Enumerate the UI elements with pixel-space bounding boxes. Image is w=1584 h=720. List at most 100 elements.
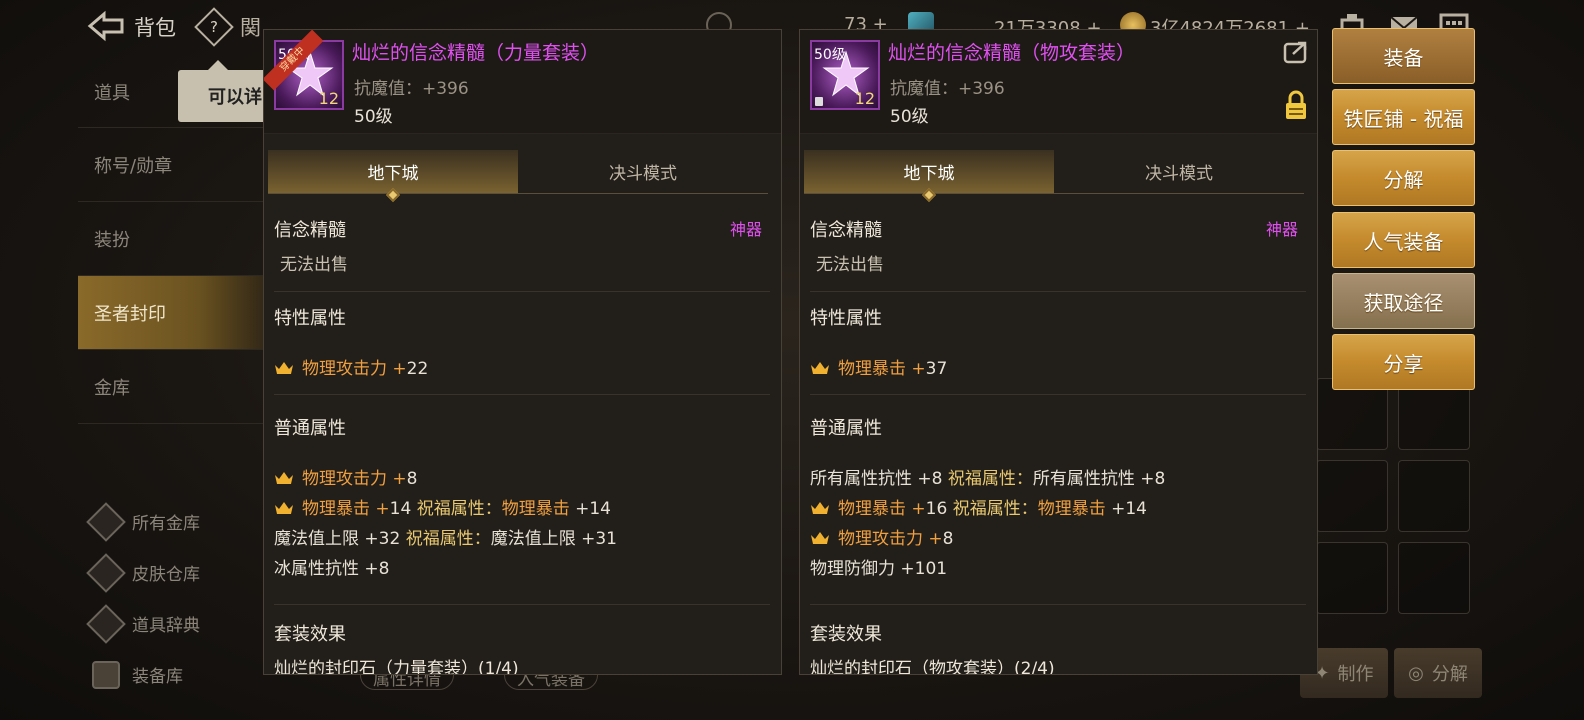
popular-equipment-button[interactable]: 人气装备	[1332, 212, 1475, 268]
storage-item-equipment-library[interactable]: 装备库	[92, 649, 262, 700]
equip-button[interactable]: 装备	[1332, 28, 1475, 84]
mode-tabs: 地下城 决斗模式	[268, 150, 768, 203]
bless-label: 祝福属性：	[947, 469, 1033, 489]
unsellable-label: 无法出售	[280, 255, 348, 275]
bless-label: 祝福属性：	[416, 499, 502, 519]
stat-value: 22	[406, 359, 429, 379]
stat-name: 魔法值上限	[274, 529, 359, 549]
crown-icon	[275, 472, 293, 484]
divider	[274, 291, 770, 292]
craft-label: 制作	[1337, 664, 1374, 685]
bless-stat-value: +14	[1111, 499, 1147, 519]
normal-section-title: 普通属性	[810, 418, 882, 439]
stat-value: 32	[378, 529, 401, 549]
share-icon[interactable]	[1283, 40, 1309, 64]
item-category: 信念精髓	[810, 220, 882, 241]
vault-icon	[86, 501, 126, 542]
tab-dungeon[interactable]: 地下城	[804, 150, 1054, 203]
bless-stat-name: 物理暴击	[1037, 499, 1106, 519]
stat-name: 物理防御力	[810, 559, 895, 579]
swirl-icon: ◎	[1408, 662, 1424, 684]
bless-stat-name: 物理暴击	[501, 499, 570, 519]
tab-duel-mode[interactable]: 决斗模式	[518, 150, 768, 193]
acquisition-route-button[interactable]: 获取途径	[1332, 273, 1475, 329]
stat-name: 物理攻击力	[302, 469, 387, 489]
trait-section-title: 特性属性	[274, 308, 346, 329]
item-tooltip-compare: 50级 12 灿烂的信念精髓（物攻套装） 抗魔值：+396 50级 地下城 决斗…	[799, 29, 1318, 675]
item-icon: 50级 穿戴中 12	[264, 30, 344, 110]
divine-tag: 神器	[1265, 220, 1298, 239]
sidebar-item-vault[interactable]: 金库	[78, 350, 278, 424]
item-category: 信念精髓	[274, 220, 346, 241]
tab-dungeon[interactable]: 地下城	[268, 150, 518, 203]
crown-icon	[811, 532, 829, 544]
normal-stat: 魔法值上限 +32 祝福属性：魔法值上限 +31	[274, 524, 617, 549]
tab-label: 决斗模式	[609, 164, 677, 184]
storage-item-label: 装备库	[132, 667, 183, 687]
divider	[810, 394, 1306, 395]
item-count: 12	[318, 89, 339, 108]
stat-name: 所有属性抗性	[810, 469, 912, 489]
stat-plus: +	[917, 469, 932, 489]
stat-plus: +	[911, 499, 926, 519]
bless-label: 祝福属性：	[405, 529, 491, 549]
skin-storage-icon	[86, 552, 126, 593]
stat-value: 8	[406, 469, 418, 489]
trait-stat: 物理攻击力 +22	[274, 354, 428, 379]
sidebar-item-label: 装扮	[94, 229, 130, 251]
decompose-button[interactable]: 分解	[1332, 150, 1475, 206]
sidebar-item-costume[interactable]: 装扮	[78, 202, 278, 276]
divider	[274, 394, 770, 395]
inventory-slot[interactable]	[1316, 460, 1388, 532]
share-button[interactable]: 分享	[1332, 334, 1475, 390]
active-marker	[921, 187, 937, 203]
blacksmith-bless-button[interactable]: 铁匠铺 - 祝福	[1332, 89, 1475, 145]
set-effect-line: 灿烂的封印石（物攻套装）(2/4)	[810, 659, 1055, 675]
bless-stat-name: 魔法值上限	[490, 529, 576, 549]
stat-value: 8	[378, 559, 390, 579]
sidebar-item-titles-medals[interactable]: 称号/勋章	[78, 128, 278, 202]
storage-item-all-vaults[interactable]: 所有金库	[86, 496, 262, 547]
stat-name: 物理暴击	[302, 499, 370, 519]
help-icon[interactable]: ?	[194, 7, 234, 47]
lock-icon[interactable]	[1285, 90, 1307, 120]
tab-duel-mode[interactable]: 决斗模式	[1054, 150, 1304, 193]
crown-icon	[811, 502, 829, 514]
set-effect-title: 套装效果	[810, 624, 882, 645]
item-count: 12	[854, 89, 875, 108]
active-marker	[385, 187, 401, 203]
bless-stat-value: +8	[1140, 469, 1166, 489]
stat-value: 8	[931, 469, 943, 489]
inventory-slot[interactable]	[1398, 542, 1470, 614]
stat-name: 冰属性抗性	[274, 559, 359, 579]
small-lock-icon	[815, 97, 823, 106]
crown-icon	[811, 362, 829, 374]
stat-plus: +	[364, 559, 379, 579]
stat-name: 物理暴击	[838, 499, 906, 519]
stat-value: 101	[914, 559, 948, 579]
inventory-slot[interactable]	[1316, 542, 1388, 614]
item-icon: 50级 12	[810, 40, 880, 110]
storage-item-item-dictionary[interactable]: 道具辞典	[86, 598, 262, 649]
inventory-slot[interactable]	[1398, 460, 1470, 532]
normal-stat: 物理防御力 +101	[810, 554, 947, 579]
normal-section-title: 普通属性	[274, 418, 346, 439]
back-arrow-icon[interactable]	[86, 10, 126, 42]
item-level-badge: 50级	[814, 47, 846, 63]
stat-name: 物理攻击力	[838, 529, 923, 549]
dictionary-icon	[86, 603, 126, 644]
normal-stat: 物理暴击 +14 祝福属性：物理暴击 +14	[274, 494, 611, 519]
item-anti-magic: 抗魔值：+396	[890, 79, 1005, 99]
stat-plus: +	[392, 359, 407, 379]
bottom-decompose-label: 分解	[1431, 664, 1468, 685]
bottom-decompose-button[interactable]: ◎ 分解	[1394, 648, 1482, 698]
sidebar-item-holy-seal[interactable]: 圣者封印	[78, 276, 278, 350]
bless-stat-value: +31	[581, 529, 617, 549]
storage-item-label: 皮肤仓库	[132, 565, 200, 585]
normal-stat: 物理攻击力 +8	[810, 524, 953, 549]
stat-value: 37	[925, 359, 948, 379]
storage-item-skin-storage[interactable]: 皮肤仓库	[86, 547, 262, 598]
unsellable-label: 无法出售	[816, 255, 884, 275]
item-level: 50级	[890, 107, 929, 127]
bless-label: 祝福属性：	[952, 499, 1038, 519]
